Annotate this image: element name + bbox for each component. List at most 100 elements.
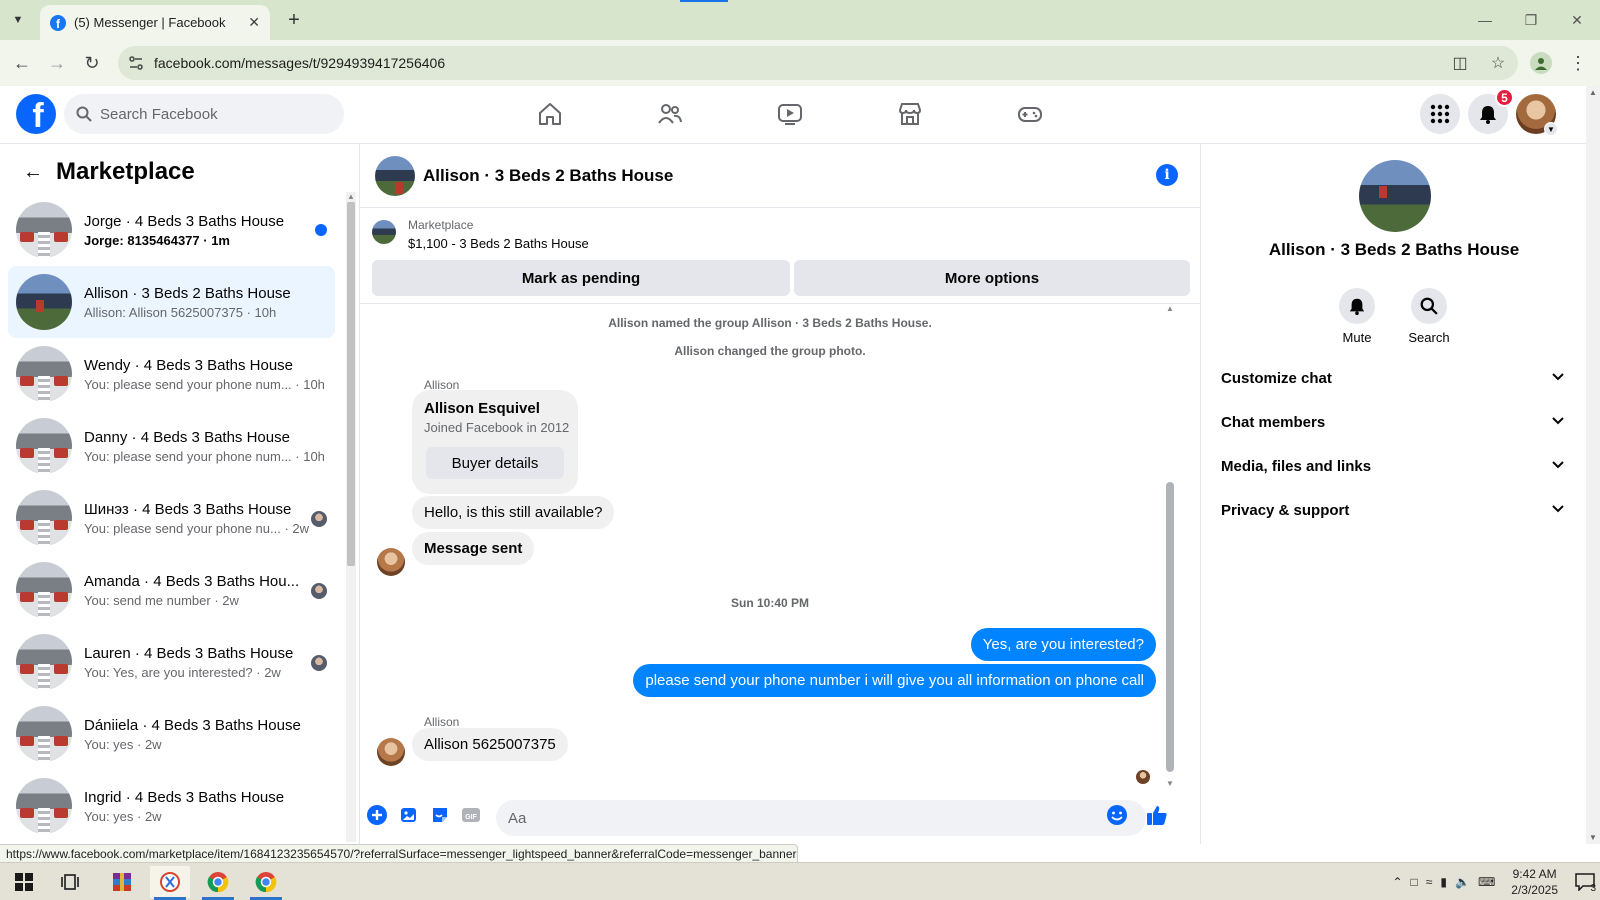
nav-marketplace-icon[interactable] bbox=[850, 86, 970, 142]
keyboard-icon[interactable]: ⌨ bbox=[1478, 875, 1495, 889]
volume-icon[interactable]: 🔈 bbox=[1455, 875, 1470, 889]
group-avatar[interactable] bbox=[1359, 160, 1431, 232]
nav-gaming-icon[interactable] bbox=[970, 86, 1090, 142]
info-icon[interactable]: i bbox=[1156, 164, 1178, 186]
account-avatar[interactable]: ▼ bbox=[1516, 94, 1558, 136]
scrollbar-thumb[interactable] bbox=[347, 202, 355, 566]
notifications-button[interactable]: 5 bbox=[1468, 88, 1514, 134]
mark-pending-button[interactable]: Mark as pending bbox=[372, 260, 790, 296]
search-action[interactable]: Search bbox=[1399, 288, 1459, 345]
timestamp-separator: Sun 10:40 PM bbox=[730, 596, 810, 610]
sent-message-bubble[interactable]: Yes, are you interested? bbox=[970, 628, 1156, 661]
conversation-item[interactable]: Ingrid · 4 Beds 3 Baths House You: yes · … bbox=[8, 770, 335, 842]
message-input[interactable] bbox=[496, 800, 1146, 836]
conversation-preview: You: please send your phone nu... · 2w bbox=[84, 520, 310, 536]
conversation-item[interactable]: Amanda · 4 Beds 3 Baths Hou... You: send … bbox=[8, 554, 335, 626]
task-view-icon[interactable] bbox=[50, 866, 90, 898]
gif-icon[interactable]: GIF bbox=[460, 804, 482, 826]
restore-icon[interactable]: ❐ bbox=[1508, 0, 1554, 40]
minimize-icon[interactable]: — bbox=[1462, 0, 1508, 40]
chat-title[interactable]: Allison · 3 Beds 2 Baths House bbox=[423, 166, 673, 186]
sent-message-bubble[interactable]: please send your phone number i will giv… bbox=[633, 664, 1156, 697]
scroll-down-icon[interactable]: ▼ bbox=[1164, 779, 1176, 788]
more-options-button[interactable]: More options bbox=[794, 260, 1190, 296]
scroll-up-icon[interactable]: ▲ bbox=[1164, 304, 1176, 313]
browser-menu-icon[interactable]: ⋮ bbox=[1568, 52, 1588, 74]
new-tab-button[interactable]: + bbox=[282, 8, 306, 32]
menu-grid-button[interactable] bbox=[1420, 94, 1460, 134]
message-bubble[interactable]: Message sent bbox=[412, 532, 535, 565]
section-media-files-links[interactable]: Media, files and links bbox=[1209, 444, 1579, 488]
facebook-search[interactable]: Search Facebook bbox=[64, 94, 344, 134]
conversation-item[interactable]: Dániiela · 4 Beds 3 Baths House You: yes … bbox=[8, 698, 335, 770]
plus-icon[interactable] bbox=[366, 804, 388, 826]
conversation-item[interactable]: Шинэз · 4 Beds 3 Baths House You: please … bbox=[8, 482, 335, 554]
chrome-icon[interactable] bbox=[246, 866, 286, 900]
conversation-item[interactable]: Jorge · 4 Beds 3 Baths House Jorge: 81354… bbox=[8, 194, 335, 266]
conversation-item[interactable]: Lauren · 4 Beds 3 Baths House You: Yes, a… bbox=[8, 626, 335, 698]
clock[interactable]: 9:42 AM 2/3/2025 bbox=[1511, 866, 1558, 898]
sticker-icon[interactable] bbox=[429, 804, 451, 826]
action-center-icon[interactable]: 3 bbox=[1570, 870, 1600, 894]
sender-avatar[interactable] bbox=[377, 738, 405, 766]
page-scrollbar[interactable]: ▲ ▼ bbox=[1586, 86, 1600, 844]
conversation-item[interactable]: Wendy · 4 Beds 3 Baths House You: please … bbox=[8, 338, 335, 410]
marketplace-banner[interactable]: Marketplace $1,100 - 3 Beds 2 Baths Hous… bbox=[360, 208, 1200, 304]
battery-icon[interactable]: ▮ bbox=[1440, 875, 1447, 889]
bell-icon[interactable] bbox=[1339, 288, 1375, 324]
grid-icon bbox=[1430, 104, 1450, 124]
address-bar[interactable]: facebook.com/messages/t/9294939417256406… bbox=[118, 46, 1518, 80]
message-bubble[interactable]: Allison 5625007375 bbox=[412, 728, 568, 761]
conversation-item[interactable]: Allison · 3 Beds 2 Baths House Allison: A… bbox=[8, 266, 335, 338]
scroll-up-icon[interactable]: ▲ bbox=[346, 192, 356, 202]
emoji-icon[interactable] bbox=[1106, 804, 1128, 826]
conversation-item[interactable]: Danny · 4 Beds 3 Baths House You: please … bbox=[8, 410, 335, 482]
chat-scrollbar[interactable]: ▲ ▼ bbox=[1164, 304, 1176, 788]
sidebar-scrollbar[interactable]: ▲ bbox=[346, 192, 356, 842]
nav-video-icon[interactable] bbox=[730, 86, 850, 142]
bookmark-star-icon[interactable]: ☆ bbox=[1488, 53, 1508, 73]
facebook-logo-icon[interactable]: f bbox=[16, 94, 56, 134]
sender-avatar[interactable] bbox=[377, 548, 405, 576]
browser-tab-bar: ▼ f (5) Messenger | Facebook ✕ + — ❐ ✕ bbox=[0, 0, 1600, 40]
browser-profile-icon[interactable] bbox=[1530, 52, 1552, 74]
install-app-icon[interactable]: ◫ bbox=[1450, 53, 1470, 73]
nav-friends-icon[interactable] bbox=[610, 86, 730, 142]
search-icon[interactable] bbox=[1411, 288, 1447, 324]
section-chat-members[interactable]: Chat members bbox=[1209, 400, 1579, 444]
winrar-icon[interactable] bbox=[102, 866, 142, 898]
chrome-icon[interactable] bbox=[198, 866, 238, 900]
scroll-up-icon[interactable]: ▲ bbox=[1586, 88, 1600, 97]
buyer-details-button[interactable]: Buyer details bbox=[426, 447, 564, 479]
section-customize-chat[interactable]: Customize chat bbox=[1209, 356, 1579, 400]
tab-search-chevron-icon[interactable]: ▼ bbox=[6, 8, 30, 32]
back-icon[interactable]: ← bbox=[10, 51, 34, 75]
mute-action[interactable]: Mute bbox=[1327, 288, 1387, 345]
window-close-icon[interactable]: ✕ bbox=[1554, 0, 1600, 40]
like-thumb-icon[interactable] bbox=[1146, 804, 1168, 826]
browser-tab-active[interactable]: f (5) Messenger | Facebook ✕ bbox=[40, 5, 270, 40]
scrollbar-thumb[interactable] bbox=[1166, 482, 1174, 772]
site-info-icon[interactable] bbox=[128, 55, 144, 71]
section-privacy-support[interactable]: Privacy & support bbox=[1209, 488, 1579, 532]
windows-start-icon[interactable] bbox=[4, 866, 44, 898]
scroll-down-icon[interactable]: ▼ bbox=[1586, 833, 1600, 842]
wifi-icon[interactable]: ≈ bbox=[1426, 875, 1433, 889]
back-arrow-icon[interactable]: ← bbox=[18, 157, 48, 187]
nav-home-icon[interactable] bbox=[490, 86, 610, 142]
seen-avatar bbox=[311, 655, 327, 671]
section-label: Privacy & support bbox=[1221, 501, 1350, 519]
photo-icon[interactable] bbox=[398, 804, 420, 826]
message-bubble[interactable]: Hello, is this still available? bbox=[412, 496, 615, 529]
listing-thumbnail bbox=[16, 562, 72, 618]
forward-icon[interactable]: → bbox=[45, 51, 69, 75]
listing-thumbnail bbox=[372, 220, 396, 244]
reload-icon[interactable]: ↻ bbox=[80, 51, 104, 75]
chat-avatar[interactable] bbox=[375, 155, 415, 196]
conversation-preview: You: Yes, are you interested? · 2w bbox=[84, 664, 281, 680]
meet-now-icon[interactable]: □ bbox=[1411, 875, 1418, 889]
snipping-tool-icon[interactable] bbox=[150, 866, 190, 900]
tray-chevron-up-icon[interactable]: ⌃ bbox=[1392, 875, 1402, 889]
tab-close-icon[interactable]: ✕ bbox=[248, 14, 260, 31]
unread-dot-icon bbox=[315, 224, 327, 236]
